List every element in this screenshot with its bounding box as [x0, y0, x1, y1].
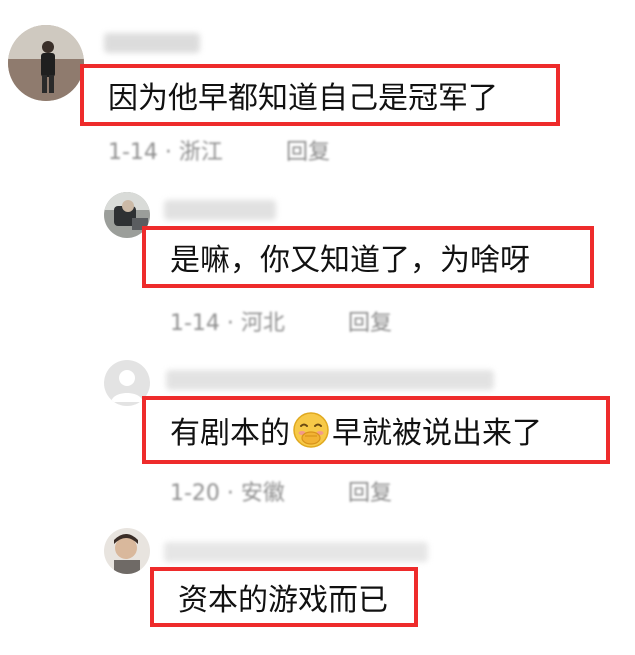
comment-meta-2: 1-14 · 河北 回复: [170, 305, 410, 336]
username-blurred: [164, 542, 428, 562]
person-photo-icon: [104, 528, 150, 574]
user-avatar-4[interactable]: [104, 528, 150, 574]
comment-thread: 因为他早都知道自己是冠军了 1-14 · 浙江 回复 是嘛，你又知道了，为啥呀 …: [0, 0, 635, 655]
comment-highlight-3: 有剧本的 早就被说出来了: [142, 396, 610, 464]
comment-text: 是嘛，你又知道了，为啥呀: [170, 243, 530, 278]
comment-text: 资本的游戏而已: [178, 583, 388, 618]
comment-meta-3: 1-20 · 安徽 回复: [170, 475, 410, 506]
comment-text: 因为他早都知道自己是冠军了: [108, 81, 498, 116]
reply-button[interactable]: 回复: [348, 305, 392, 337]
username-blurred: [104, 33, 200, 53]
date-location: 1-20 · 安徽: [170, 481, 285, 506]
comment-text-before: 有剧本的: [170, 416, 290, 451]
reply-button[interactable]: 回复: [286, 134, 330, 166]
comment-meta-1: 1-14 · 浙江 回复: [108, 134, 348, 165]
person-photo-icon: [8, 25, 84, 101]
comment-highlight-2: 是嘛，你又知道了，为啥呀: [142, 226, 594, 288]
comment-highlight-1: 因为他早都知道自己是冠军了: [80, 64, 560, 126]
comment-text-after: 早就被说出来了: [332, 416, 542, 451]
reply-button[interactable]: 回复: [348, 475, 392, 507]
date-location: 1-14 · 浙江: [108, 140, 223, 165]
date-location: 1-14 · 河北: [170, 311, 285, 336]
user-avatar-1[interactable]: [8, 25, 84, 101]
comment-highlight-4: 资本的游戏而已: [150, 567, 418, 627]
covering-mouth-smile-emoji: [292, 411, 330, 449]
username-blurred: [164, 200, 276, 220]
username-blurred: [166, 370, 494, 390]
